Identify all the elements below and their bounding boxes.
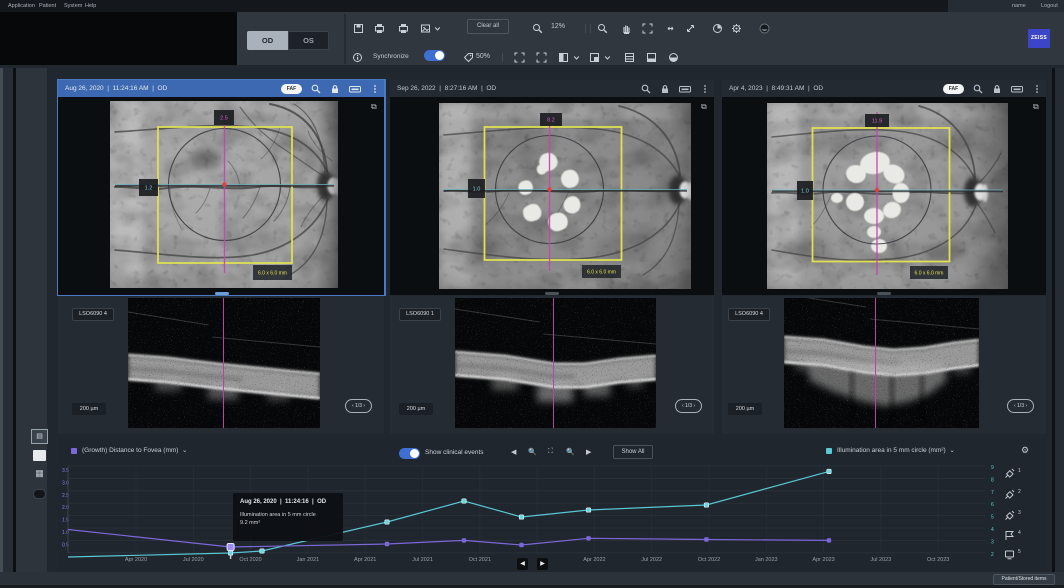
svg-text:11.9: 11.9 <box>872 119 882 125</box>
svg-text:9: 9 <box>991 465 994 471</box>
svg-text:Jan 2021: Jan 2021 <box>297 557 320 563</box>
svg-text:Oct 2020: Oct 2020 <box>239 557 261 563</box>
svg-text:8.2: 8.2 <box>547 118 555 124</box>
svg-text:Apr 2022: Apr 2022 <box>583 557 605 563</box>
svg-text:1.0: 1.0 <box>801 189 809 195</box>
svg-text:Jul 2022: Jul 2022 <box>641 557 662 563</box>
svg-text:1.2: 1.2 <box>145 186 153 192</box>
svg-text:Jul 2021: Jul 2021 <box>412 557 433 563</box>
svg-text:6.0 x 6.0 mm: 6.0 x 6.0 mm <box>915 271 944 277</box>
svg-text:6.0 x 6.0 mm: 6.0 x 6.0 mm <box>258 271 287 277</box>
svg-text:6.0 x 6.0 mm: 6.0 x 6.0 mm <box>587 270 616 276</box>
svg-text:7: 7 <box>991 490 994 496</box>
svg-text:Oct 2021: Oct 2021 <box>469 557 491 563</box>
svg-text:1.0: 1.0 <box>473 187 481 193</box>
svg-text:Jul 2020: Jul 2020 <box>183 557 204 563</box>
svg-text:Apr 2021: Apr 2021 <box>354 557 376 563</box>
svg-text:Apr 2023: Apr 2023 <box>812 557 834 563</box>
svg-text:Jul 2023: Jul 2023 <box>871 557 892 563</box>
svg-text:2.5: 2.5 <box>220 116 228 122</box>
svg-text:6: 6 <box>991 502 994 508</box>
svg-text:2: 2 <box>991 552 994 558</box>
svg-text:Oct 2022: Oct 2022 <box>698 557 720 563</box>
svg-text:Oct 2023: Oct 2023 <box>927 557 949 563</box>
svg-text:4: 4 <box>991 527 994 533</box>
svg-text:Apr 2020: Apr 2020 <box>125 557 147 563</box>
svg-text:8: 8 <box>991 477 994 483</box>
svg-text:3: 3 <box>991 539 994 545</box>
svg-text:Jan 2023: Jan 2023 <box>755 557 778 563</box>
svg-text:5: 5 <box>991 515 994 521</box>
